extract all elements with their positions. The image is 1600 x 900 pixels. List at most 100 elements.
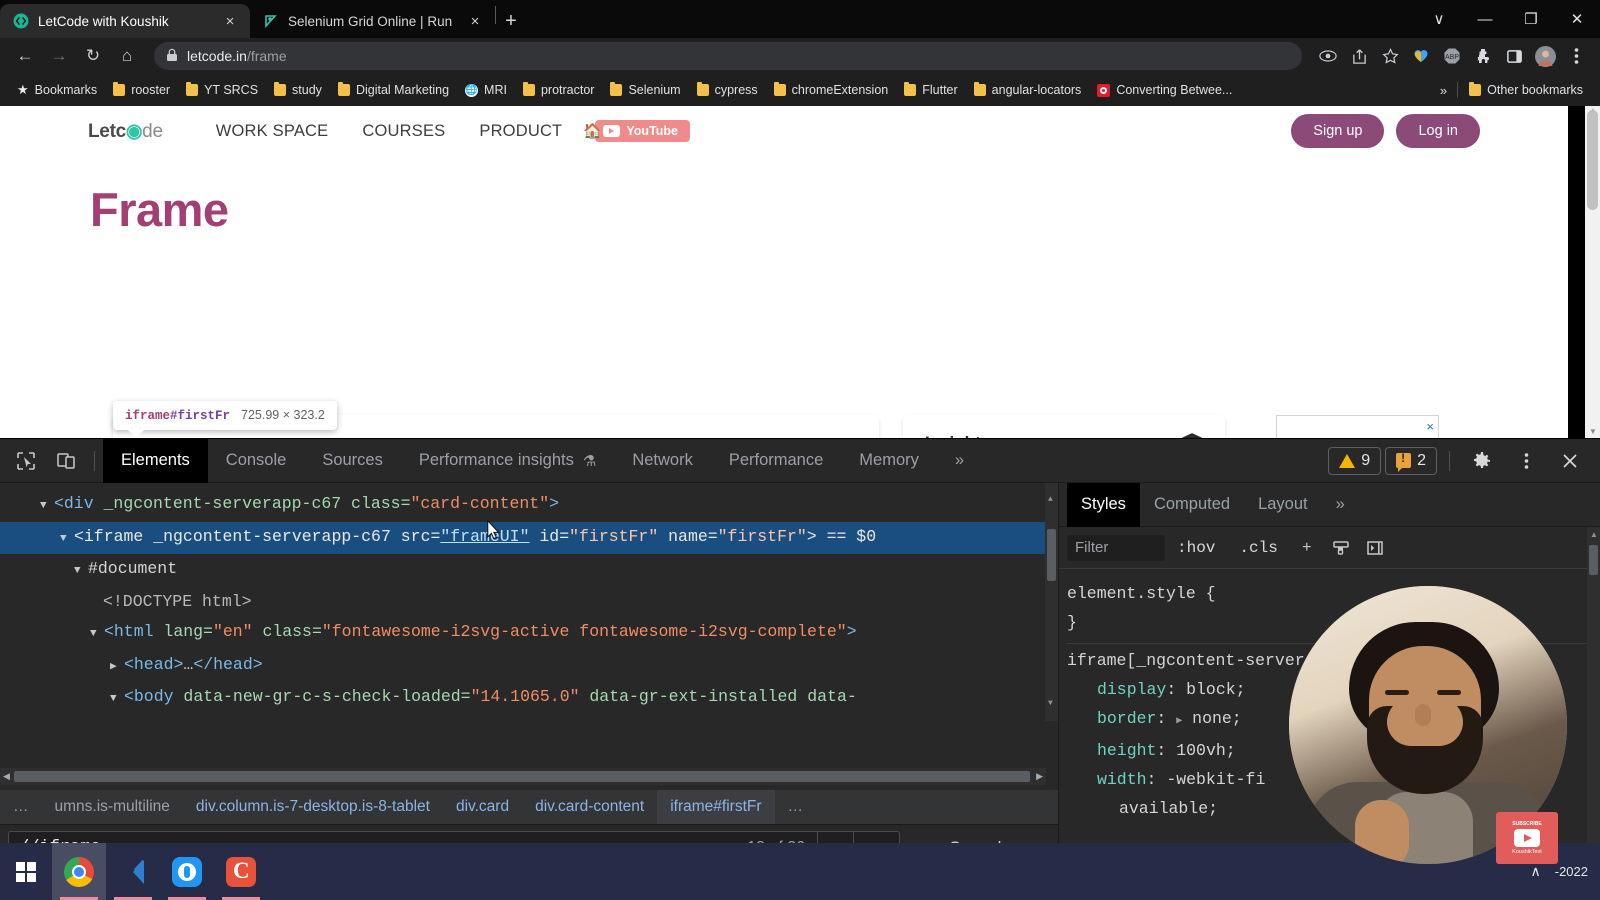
- breadcrumb-item-column[interactable]: div.column.is-7-desktop.is-8-tablet: [183, 790, 443, 824]
- dom-line[interactable]: <!DOCTYPE html>: [0, 587, 1058, 618]
- abp-icon[interactable]: ABP: [1438, 42, 1466, 70]
- taskbar-app-postman[interactable]: [160, 843, 214, 900]
- close-window-icon[interactable]: ✕: [1554, 0, 1600, 38]
- tab-search-icon[interactable]: ∨: [1416, 0, 1462, 38]
- chevron-down-icon[interactable]: ▼: [90, 619, 104, 650]
- tab-styles[interactable]: Styles: [1067, 482, 1140, 527]
- bookmark-item-cypress[interactable]: cypress: [690, 80, 765, 100]
- toggle-sidebar-icon[interactable]: [1358, 534, 1392, 562]
- close-icon[interactable]: ×: [220, 11, 240, 31]
- page-scrollbar[interactable]: ▲ ▼: [1585, 106, 1600, 438]
- browser-tab-0[interactable]: LetCode with Koushik ×: [0, 4, 250, 38]
- avatar-icon[interactable]: [1531, 42, 1559, 70]
- close-devtools-icon[interactable]: [1550, 445, 1590, 477]
- taskbar-date[interactable]: -2022: [1555, 864, 1588, 879]
- scroll-down-icon[interactable]: ▼: [1048, 689, 1053, 720]
- bookmark-item-yt-srcs[interactable]: YT SRCS: [179, 80, 265, 100]
- close-icon[interactable]: ×: [465, 11, 485, 31]
- back-icon[interactable]: ←: [10, 41, 40, 71]
- taskbar-app-camtasia[interactable]: [214, 843, 268, 900]
- close-icon[interactable]: ×: [1426, 419, 1434, 434]
- share-icon[interactable]: [1345, 42, 1373, 70]
- youtube-button[interactable]: 🏠 YouTube: [583, 120, 690, 142]
- breadcrumb-item-card-content[interactable]: div.card-content: [522, 790, 657, 824]
- home-icon[interactable]: ⌂: [112, 41, 142, 71]
- reload-icon[interactable]: ↻: [78, 41, 108, 71]
- styles-tabs-overflow-icon[interactable]: »: [1322, 483, 1359, 527]
- chevron-overflow-icon[interactable]: »: [1434, 83, 1453, 98]
- sidepanel-icon[interactable]: [1500, 42, 1528, 70]
- signup-button[interactable]: Sign up: [1291, 114, 1385, 148]
- address-bar[interactable]: letcode.in/frame: [154, 42, 1302, 70]
- breadcrumb-item-card[interactable]: div.card: [443, 790, 522, 824]
- scroll-down-icon[interactable]: ▼: [1589, 427, 1597, 436]
- breadcrumb-overflow-left[interactable]: …: [0, 790, 42, 824]
- dom-line[interactable]: ▶ <head>…</head>: [0, 650, 1058, 683]
- dom-line[interactable]: new-gr-c-s-loaded="14.1065.0">: [0, 715, 1058, 722]
- dom-line[interactable]: ▼ <body data-new-gr-c-s-check-loaded="14.…: [0, 682, 1058, 715]
- tab-computed[interactable]: Computed: [1140, 483, 1244, 527]
- eye-icon[interactable]: [1314, 42, 1342, 70]
- bookmarks-root[interactable]: ★ Bookmarks: [10, 79, 104, 101]
- chevron-down-icon[interactable]: ▼: [40, 491, 54, 522]
- maximize-icon[interactable]: ❐: [1508, 0, 1554, 38]
- bookmark-item-digital-marketing[interactable]: Digital Marketing: [331, 80, 456, 100]
- scrollbar-thumb[interactable]: [1587, 110, 1598, 210]
- tab-performance[interactable]: Performance: [711, 439, 841, 483]
- bookmark-item-selenium[interactable]: Selenium: [603, 80, 687, 100]
- site-logo[interactable]: Letc◉de: [88, 120, 163, 143]
- styles-filter-input[interactable]: Filter: [1067, 534, 1165, 561]
- bookmark-item-rooster[interactable]: rooster: [106, 80, 177, 100]
- minimize-icon[interactable]: —: [1462, 0, 1508, 38]
- tab-memory[interactable]: Memory: [841, 439, 937, 483]
- bookmark-item-mri[interactable]: 🌐 MRI: [458, 80, 514, 100]
- new-tab-button[interactable]: +: [496, 6, 526, 36]
- tab-console[interactable]: Console: [208, 439, 305, 483]
- nav-link-courses[interactable]: COURSES: [345, 122, 462, 141]
- styles-scrollbar[interactable]: ▲: [1587, 527, 1600, 844]
- cls-toggle-button[interactable]: .cls: [1227, 539, 1289, 557]
- dom-horizontal-scrollbar[interactable]: ◀ ▶: [0, 768, 1046, 785]
- scrollbar-thumb[interactable]: [1589, 545, 1598, 575]
- chevron-down-icon[interactable]: ▼: [60, 524, 74, 555]
- nav-link-work-space[interactable]: WORK SPACE: [199, 122, 346, 141]
- tab-sources[interactable]: Sources: [304, 439, 401, 483]
- kebab-menu-icon[interactable]: [1506, 445, 1546, 477]
- dom-tree[interactable]: ▼ <div _ngcontent-serverapp-c67 class="ca…: [0, 483, 1058, 721]
- new-style-rule-button[interactable]: +: [1290, 534, 1324, 562]
- breadcrumb-item-columns[interactable]: umns.is-multiline: [42, 790, 183, 824]
- tab-layout[interactable]: Layout: [1244, 483, 1322, 527]
- bookmark-item-flutter[interactable]: Flutter: [897, 80, 964, 100]
- scroll-left-icon[interactable]: ◀: [3, 771, 10, 782]
- breadcrumb-overflow-right[interactable]: …: [775, 790, 817, 824]
- taskbar-app-chrome[interactable]: [52, 843, 106, 900]
- browser-tab-1[interactable]: Selenium Grid Online | Run Selen ×: [250, 4, 495, 38]
- warnings-badge[interactable]: 9: [1328, 446, 1382, 475]
- device-toolbar-icon[interactable]: [46, 445, 86, 477]
- bookmark-item-study[interactable]: study: [267, 80, 329, 100]
- chevron-down-icon[interactable]: ▼: [110, 684, 124, 715]
- taskbar-app-vscode[interactable]: [106, 843, 160, 900]
- login-button[interactable]: Log in: [1396, 114, 1480, 148]
- dom-link-frameui[interactable]: "frameUI": [440, 527, 529, 546]
- inspect-element-icon[interactable]: [6, 445, 46, 477]
- dom-line[interactable]: ▼ <div _ngcontent-serverapp-c67 class="ca…: [0, 489, 1058, 522]
- dom-line[interactable]: ▼ #document: [0, 554, 1058, 587]
- breadcrumb-item-iframe[interactable]: iframe#firstFr: [657, 790, 775, 824]
- puzzle-icon[interactable]: [1469, 42, 1497, 70]
- tab-elements[interactable]: Elements: [103, 438, 208, 483]
- gear-icon[interactable]: [1462, 445, 1502, 477]
- chevron-right-icon[interactable]: ▶: [110, 652, 124, 683]
- brush-icon[interactable]: [1324, 534, 1358, 562]
- heart-extension-icon[interactable]: [1407, 42, 1435, 70]
- errors-badge[interactable]: 2: [1385, 446, 1437, 475]
- other-bookmarks-button[interactable]: Other bookmarks: [1462, 80, 1590, 100]
- bookmark-item-angular-locators[interactable]: angular-locators: [967, 80, 1089, 100]
- scrollbar-thumb[interactable]: [14, 771, 1030, 782]
- nav-link-product[interactable]: PRODUCT: [462, 122, 579, 141]
- dom-line-selected[interactable]: ▼ <iframe _ngcontent-serverapp-c67 src="f…: [0, 521, 1058, 555]
- scroll-right-icon[interactable]: ▶: [1036, 771, 1043, 782]
- tab-performance-insights[interactable]: Performance insights ⚗: [401, 439, 614, 483]
- scroll-up-icon[interactable]: ▲: [1048, 485, 1053, 516]
- kebab-menu-icon[interactable]: [1562, 42, 1590, 70]
